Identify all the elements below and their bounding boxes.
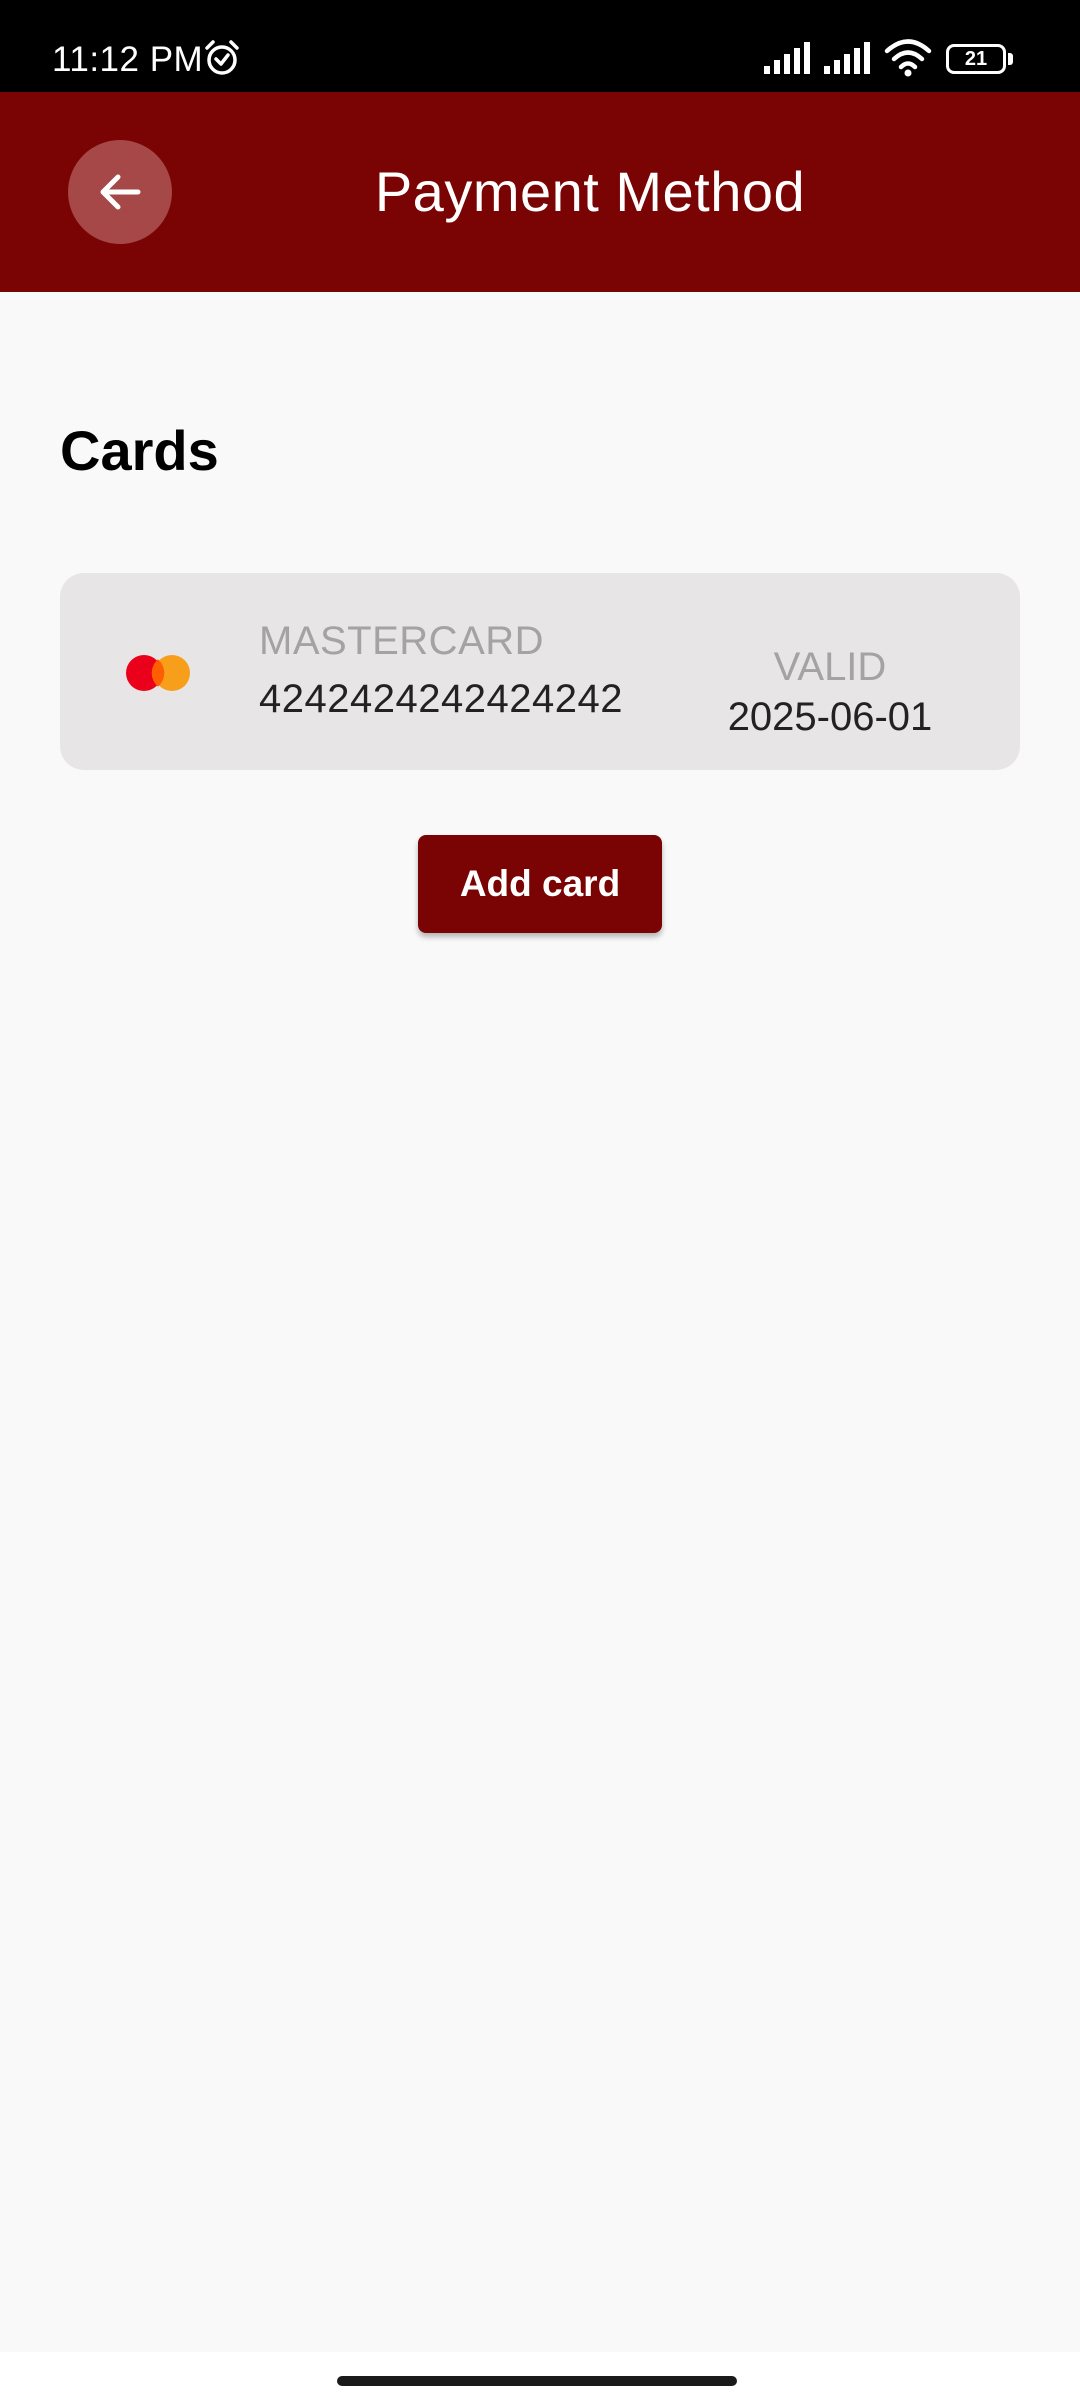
- battery-level: 21: [946, 44, 1006, 74]
- card-brand: MASTERCARD: [259, 619, 545, 663]
- card-valid-date: 2025-06-01: [727, 695, 933, 739]
- status-time: 11:12 PM: [52, 40, 204, 79]
- card-number: 4242424242424242: [259, 677, 623, 721]
- mastercard-logo-icon: [126, 655, 190, 691]
- signal-icon: [764, 42, 810, 74]
- cards-section-title: Cards: [60, 419, 219, 482]
- alarm-icon: [205, 40, 239, 75]
- arrow-left-icon: [100, 174, 141, 210]
- home-indicator[interactable]: [337, 2376, 737, 2386]
- navigation-bar: [0, 2352, 1080, 2400]
- back-button[interactable]: [68, 140, 172, 244]
- app-bar: Payment Method: [0, 92, 1080, 292]
- page-title: Payment Method: [374, 160, 806, 223]
- card-valid-label: VALID: [773, 645, 887, 689]
- signal-icon: [824, 42, 870, 74]
- status-bar: 11:12 PM 21: [0, 0, 1080, 92]
- battery-icon: 21: [946, 44, 1013, 74]
- card-item[interactable]: MASTERCARD 4242424242424242 VALID 2025-0…: [60, 573, 1020, 770]
- add-card-button[interactable]: Add card: [418, 835, 662, 933]
- wifi-icon: [884, 39, 932, 77]
